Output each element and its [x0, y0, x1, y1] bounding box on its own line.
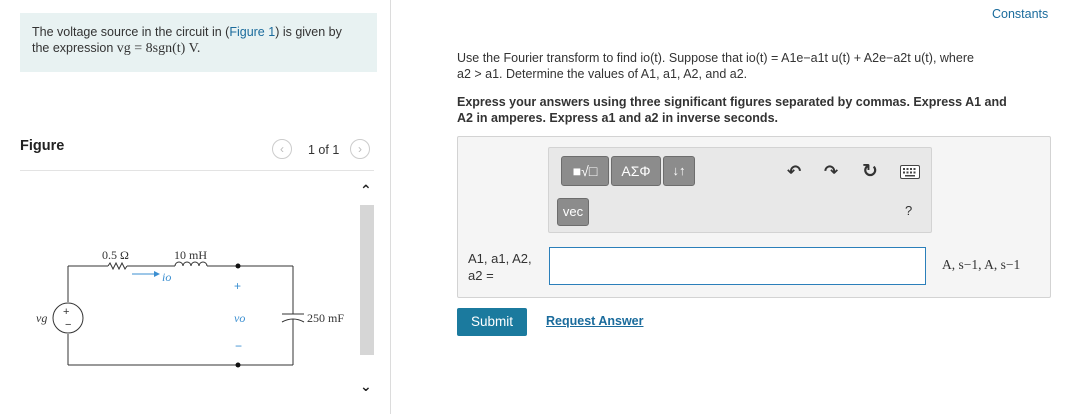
problem-text: The voltage source in the circuit in ( — [32, 25, 230, 39]
submit-button[interactable]: Submit — [457, 308, 527, 336]
chevron-left-icon[interactable]: ‹ — [272, 139, 292, 159]
current-label: io — [162, 270, 171, 284]
symbols-button[interactable]: ΑΣΦ — [611, 156, 661, 186]
scroll-down-icon[interactable]: ⌄ — [360, 378, 372, 395]
terminal-dot — [235, 362, 241, 368]
panel-divider — [390, 0, 391, 414]
capacitor-label: 250 mF — [307, 311, 344, 325]
problem-line-2: the expression vg = 8sgn(t) V. — [32, 40, 365, 57]
source-plus: + — [63, 306, 69, 318]
question-line-2: a2 > a1. Determine the values of A1, a1,… — [457, 67, 748, 81]
reset-icon[interactable]: ↻ — [862, 160, 878, 183]
problem-line-1: The voltage source in the circuit in (Fi… — [32, 24, 365, 40]
request-answer-link[interactable]: Request Answer — [546, 314, 643, 328]
output-minus: − — [235, 339, 242, 353]
problem-text-suffix: ) is given by — [275, 25, 342, 39]
help-button[interactable]: ? — [905, 203, 912, 218]
resistor-symbol — [107, 261, 128, 271]
instructions-line-1: Express your answers using three signifi… — [457, 95, 1007, 109]
current-arrowhead — [154, 271, 160, 277]
math-toolbar: ■√□ ΑΣΦ ↓↑ vec ↶ ↷ ↻ ? — [548, 147, 932, 233]
chevron-right-icon[interactable]: › — [350, 139, 370, 159]
units-label: A, s−1, A, s−1 — [942, 257, 1021, 272]
undo-icon[interactable]: ↶ — [787, 162, 801, 182]
source-label: vg — [36, 311, 47, 325]
templates-button[interactable]: ■√□ — [561, 156, 609, 186]
circuit-diagram: 0.5 Ω 10 mH io + − vg + vo − 250 mF — [36, 248, 344, 368]
sort-button[interactable]: ↓↑ — [663, 156, 695, 186]
answer-variables-label: A1, a1, A2, a2 = — [468, 251, 532, 283]
redo-icon[interactable]: ↷ — [824, 162, 838, 182]
scroll-up-icon[interactable]: ⌃ — [360, 182, 372, 199]
problem-text-line2: the expression — [32, 41, 117, 55]
vec-button[interactable]: vec — [557, 198, 589, 226]
question-text: Use the Fourier transform to find io(t).… — [457, 50, 1047, 82]
output-plus: + — [234, 279, 241, 293]
problem-statement: The voltage source in the circuit in (Fi… — [20, 13, 377, 72]
source-expression: vg = 8sgn(t) V. — [116, 41, 201, 56]
constants-link[interactable]: Constants — [992, 7, 1048, 21]
answer-input[interactable] — [549, 247, 926, 285]
terminal-dot — [235, 263, 241, 269]
question-line-1: Use the Fourier transform to find io(t).… — [457, 51, 974, 65]
figure-heading: Figure — [20, 138, 65, 154]
inductor-label: 10 mH — [174, 248, 207, 262]
figure-page-indicator: 1 of 1 — [308, 143, 340, 157]
divider — [20, 170, 374, 171]
figure-scrollbar[interactable] — [360, 205, 374, 355]
instructions-line-2: A2 in amperes. Express a1 and a2 in inve… — [457, 111, 778, 125]
figure-link[interactable]: Figure 1 — [229, 25, 275, 39]
resistor-label: 0.5 Ω — [102, 248, 129, 262]
inductor-symbol — [174, 261, 208, 267]
answer-instructions: Express your answers using three signifi… — [457, 94, 1047, 126]
keyboard-icon[interactable] — [900, 165, 920, 179]
source-minus: − — [65, 319, 71, 331]
output-label: vo — [234, 311, 245, 325]
